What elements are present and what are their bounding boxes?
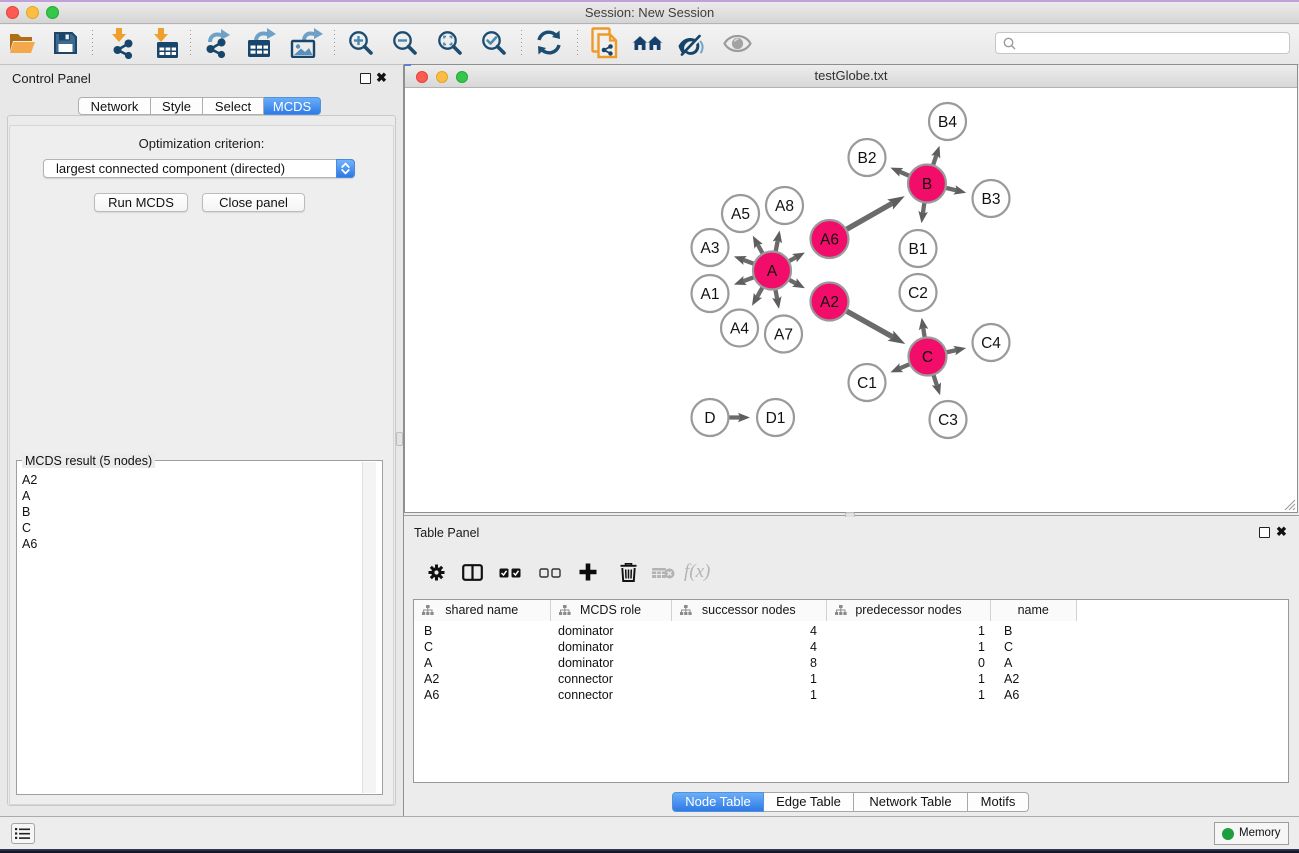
svg-text:B4: B4 <box>938 114 957 131</box>
svg-text:B3: B3 <box>982 191 1001 208</box>
svg-text:A7: A7 <box>774 327 793 344</box>
svg-text:C1: C1 <box>857 375 877 392</box>
svg-text:A2: A2 <box>820 294 839 311</box>
svg-text:B2: B2 <box>858 150 877 167</box>
svg-text:C: C <box>922 349 933 366</box>
svg-text:C3: C3 <box>938 412 958 429</box>
svg-text:A1: A1 <box>701 286 720 303</box>
svg-text:A8: A8 <box>775 198 794 215</box>
svg-text:B: B <box>922 176 932 193</box>
svg-text:C2: C2 <box>908 285 928 302</box>
svg-text:B1: B1 <box>909 241 928 258</box>
svg-text:A4: A4 <box>730 321 749 338</box>
svg-text:A3: A3 <box>701 240 720 257</box>
svg-text:A5: A5 <box>731 206 750 223</box>
svg-text:D1: D1 <box>766 410 786 427</box>
svg-text:D: D <box>704 410 715 427</box>
svg-text:C4: C4 <box>981 335 1001 352</box>
svg-text:A6: A6 <box>820 232 839 249</box>
svg-text:A: A <box>767 263 778 280</box>
